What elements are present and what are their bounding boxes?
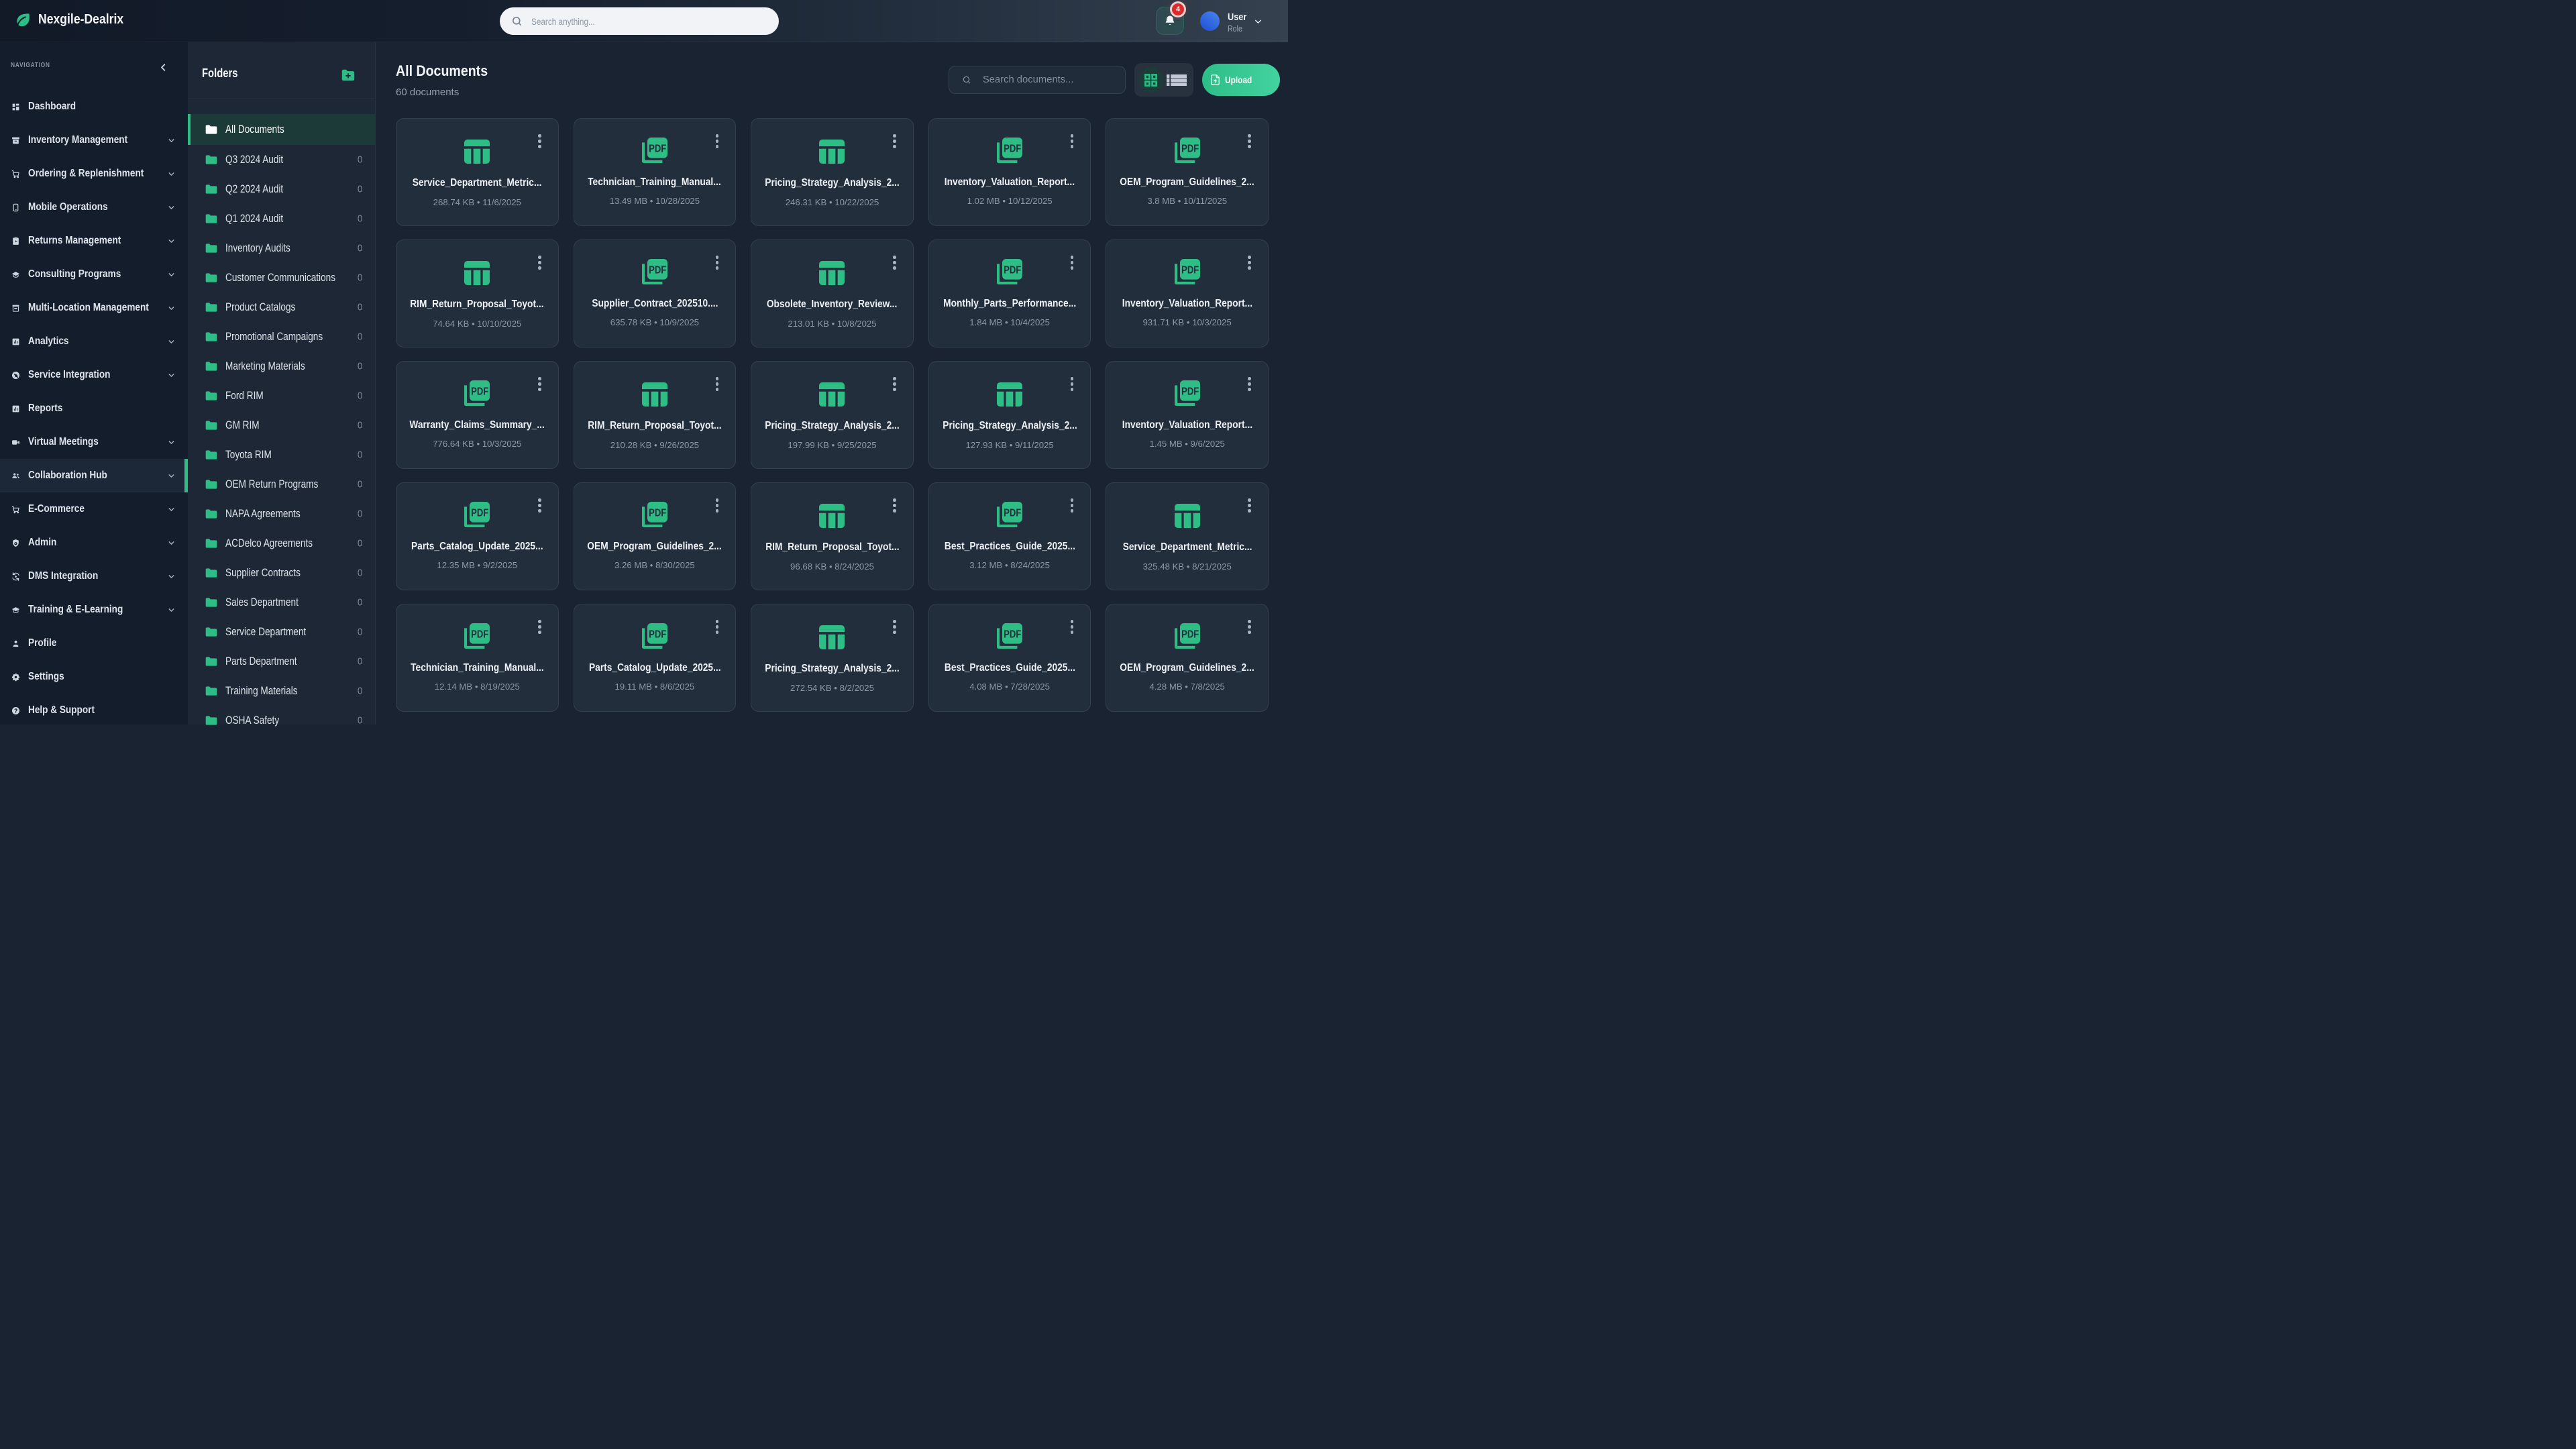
svg-text:PDF: PDF — [1181, 144, 1199, 155]
svg-text:PDF: PDF — [1004, 265, 1021, 276]
svg-text:PDF: PDF — [649, 144, 666, 155]
svg-text:PDF: PDF — [1181, 386, 1199, 398]
svg-text:PDF: PDF — [471, 386, 488, 398]
svg-text:PDF: PDF — [649, 508, 666, 519]
svg-text:PDF: PDF — [1181, 265, 1199, 276]
svg-text:PDF: PDF — [1181, 629, 1199, 641]
svg-text:PDF: PDF — [649, 265, 666, 276]
svg-text:PDF: PDF — [1004, 629, 1021, 641]
svg-text:PDF: PDF — [1004, 508, 1021, 519]
svg-text:PDF: PDF — [471, 508, 488, 519]
svg-text:PDF: PDF — [1004, 144, 1021, 155]
svg-text:PDF: PDF — [471, 629, 488, 641]
svg-text:PDF: PDF — [649, 629, 666, 641]
